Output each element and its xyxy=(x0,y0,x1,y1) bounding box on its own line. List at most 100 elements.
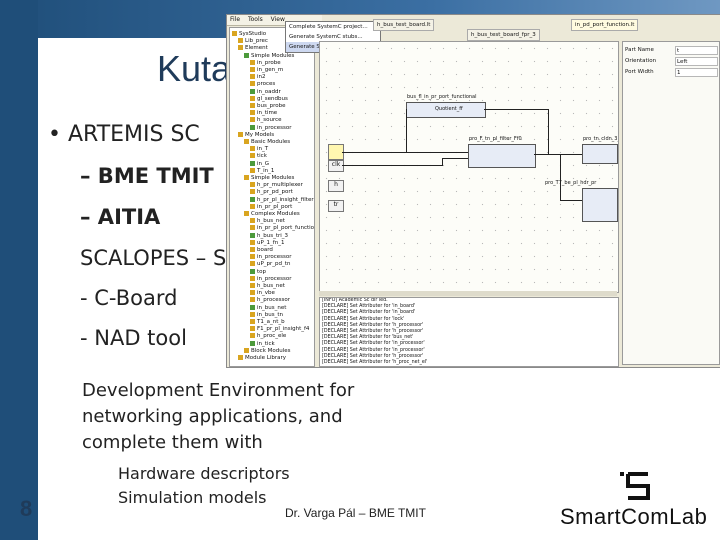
smartcomlab-logo-text: SmartComLab xyxy=(560,504,708,529)
folder-icon xyxy=(232,31,237,36)
tree-item-label: T1_a_nt_b xyxy=(257,319,285,325)
folder-icon xyxy=(238,131,243,137)
tree-item-label: in_processor xyxy=(257,254,292,261)
slide-paragraph: Development Environment for networking a… xyxy=(82,378,422,456)
property-row: Part Name t xyxy=(625,46,718,55)
canvas-horizontal-scrollbar[interactable] xyxy=(319,291,617,296)
slide-title: Kuta xyxy=(157,48,232,89)
folder-icon xyxy=(250,304,255,310)
tree-item-label: bus_probe xyxy=(257,103,286,109)
slide-left-band xyxy=(0,0,38,540)
tree-item-label: h_pr_pl_insight_filter xyxy=(257,196,314,203)
tree-item-label: Element xyxy=(245,45,268,52)
tree-item-label: F1_pr_pl_insight_f4 xyxy=(257,326,310,333)
folder-icon xyxy=(250,326,255,332)
folder-icon xyxy=(250,275,255,281)
tree-item-label: h_proc_ele xyxy=(257,333,287,340)
wire xyxy=(442,158,443,166)
folder-icon xyxy=(244,52,249,58)
folder-icon xyxy=(238,38,243,44)
menu-tools[interactable]: Tools xyxy=(248,16,263,23)
slide-line-scalopes: SCALOPES – S xyxy=(80,246,227,270)
folder-icon xyxy=(250,218,255,224)
tree-item-label: h_pr_pd_port xyxy=(257,189,293,196)
tree-item-label: SysStudio xyxy=(239,31,267,37)
slide-paragraph-line: networking applications, and xyxy=(82,406,343,427)
tree-item-label: Basic Modules xyxy=(251,139,291,145)
tab-editor[interactable]: h_bus_test_board.lt xyxy=(373,19,435,31)
folder-icon xyxy=(244,211,249,216)
folder-icon xyxy=(238,45,243,51)
tree-item-label: h_bus_tri_3 xyxy=(257,232,289,239)
tree-item-label: Simple Modules xyxy=(251,52,295,59)
folder-icon xyxy=(250,203,255,209)
tree-item-label: board xyxy=(257,247,273,253)
tree-item-label: in_tick xyxy=(257,340,275,347)
folder-icon xyxy=(250,247,255,252)
folder-icon xyxy=(250,283,255,288)
tree-item-label: h_bus_net xyxy=(257,283,285,289)
slide-number: 8 xyxy=(20,496,33,521)
tree-item-label: h_bus_net xyxy=(257,218,285,225)
folder-icon xyxy=(250,81,255,87)
folder-icon xyxy=(250,167,255,173)
signal-box[interactable]: h xyxy=(328,180,344,192)
folder-icon xyxy=(250,103,255,108)
tree-item-label: Module Library xyxy=(245,355,286,361)
folder-icon xyxy=(250,146,255,152)
property-key: Orientation xyxy=(625,58,657,64)
menu-view[interactable]: View xyxy=(271,16,285,23)
slide-sub-aitia: – AITIA xyxy=(80,205,161,229)
tree-item[interactable]: Module Library xyxy=(238,354,286,362)
tree-item-label: in_gen_m xyxy=(257,67,284,73)
smartcomlab-logo-icon xyxy=(620,472,650,500)
tree-item-label: in_vbe xyxy=(257,290,275,297)
folder-icon xyxy=(250,254,255,260)
tree-item-label: in_probe xyxy=(257,59,281,66)
schematic-canvas[interactable]: bus_fl_in_pr_port_functional Quotient_ff… xyxy=(319,41,619,293)
tree-item-label: in_T xyxy=(257,146,269,153)
tab-editor[interactable]: h_bus_test_board_fpr_3 xyxy=(467,29,540,41)
tree-item-label: h_pr_multiplexer xyxy=(257,182,303,189)
folder-icon xyxy=(250,297,255,303)
module-block-title: pro_T7_be_pl_hdr_pr xyxy=(545,180,597,186)
folder-icon xyxy=(250,67,255,72)
tree-item-label: Lib_prec xyxy=(245,38,268,45)
folder-icon xyxy=(250,319,255,324)
tree-item-label: in_bus_tn xyxy=(257,311,283,318)
property-key: Part Name xyxy=(625,47,654,53)
signal-box[interactable]: tr xyxy=(328,200,344,212)
tree-item-label: in_oaddr xyxy=(257,88,281,95)
tree-item-label: uP_1_fn_1 xyxy=(257,239,285,246)
folder-icon xyxy=(250,196,255,202)
slide-item-cboard: - C-Board xyxy=(80,286,178,310)
module-block[interactable]: pro_F_tn_pl_filter_Ff0 xyxy=(468,136,536,168)
folder-icon xyxy=(250,182,255,188)
module-tree: (function(){ var t = document.currentScr… xyxy=(229,27,315,367)
property-value[interactable]: Left xyxy=(675,57,718,66)
module-block-inner: Quotient_ff xyxy=(435,106,463,112)
tree-item-label: Simple Modules xyxy=(251,175,295,181)
tree-item-label: proces xyxy=(257,81,276,88)
property-value[interactable]: t xyxy=(675,46,718,55)
folder-icon xyxy=(250,290,255,296)
module-block[interactable]: pro_T7_be_pl_hdr_pr xyxy=(545,180,618,222)
wire xyxy=(560,200,582,201)
menu-file[interactable]: File xyxy=(230,16,240,23)
tree-item-label: in_G xyxy=(257,160,270,167)
module-block[interactable]: pro_tn_cldn_3_ghz xyxy=(582,136,618,164)
folder-icon xyxy=(250,59,255,65)
slide-subparagraph-line: Simulation models xyxy=(118,488,267,507)
log-line: [DECLARE] Set Attributer for 'h_proc_net… xyxy=(322,360,428,366)
property-value[interactable]: 1 xyxy=(675,68,718,77)
folder-icon xyxy=(250,239,255,245)
tab-editor[interactable]: in_pd_port_function.lt xyxy=(571,19,639,31)
smartcomlab-logo: SmartComLab xyxy=(560,470,710,530)
folder-icon xyxy=(250,124,255,130)
signal-box[interactable]: clk xyxy=(328,160,344,172)
slide-author: Dr. Varga Pál – BME TMIT xyxy=(285,506,426,520)
properties-panel: Part Name t Orientation Left Port Width … xyxy=(622,41,720,365)
folder-icon xyxy=(250,225,255,231)
module-block[interactable]: bus_fl_in_pr_port_functional Quotient_ff xyxy=(406,94,486,118)
console-log[interactable]: [INFO] Academic Sc dir led. [DECLARE] Se… xyxy=(319,297,619,367)
